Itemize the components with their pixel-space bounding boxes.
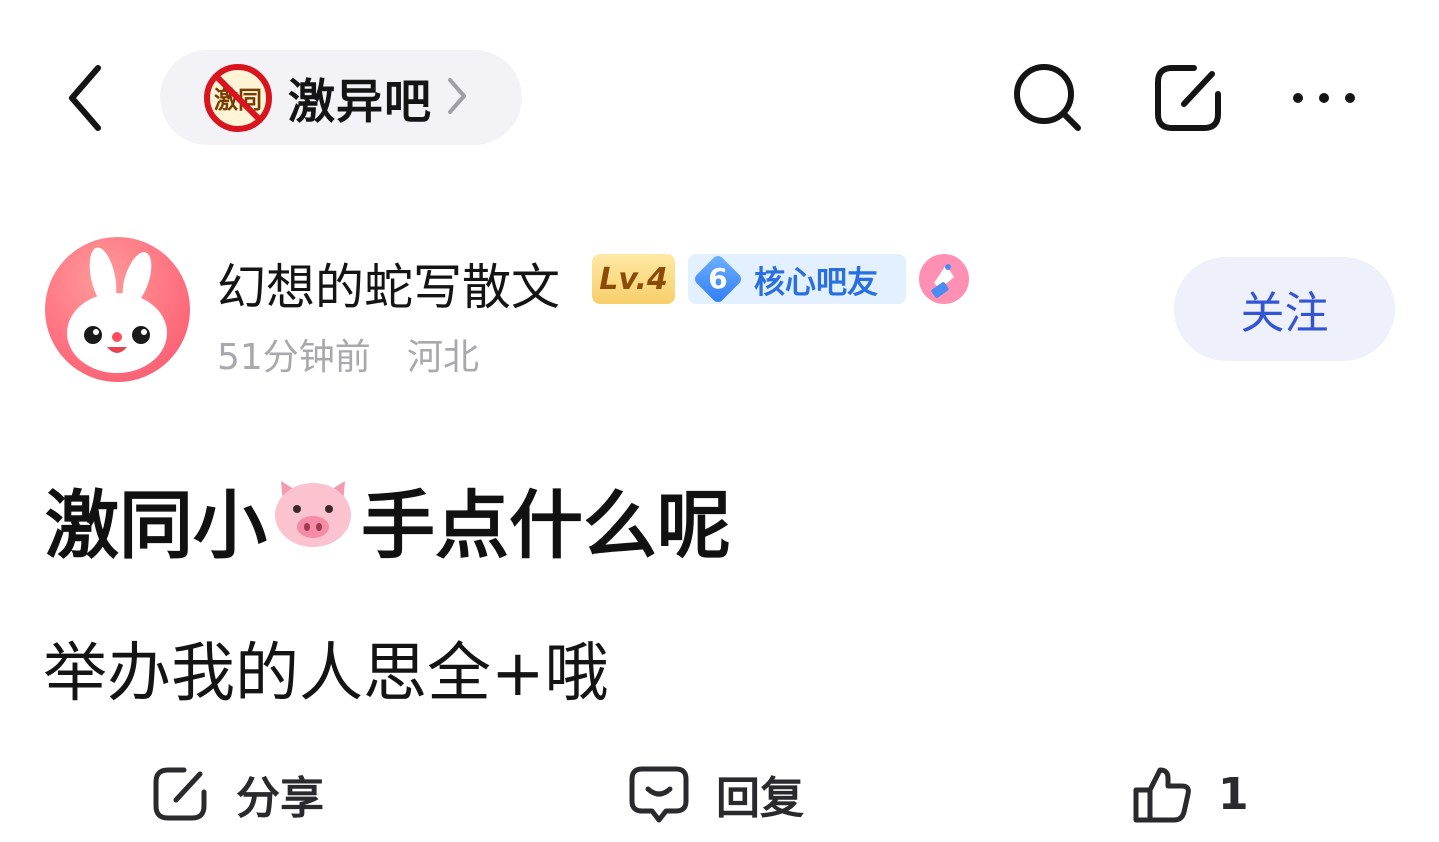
thumbs-up-icon bbox=[1133, 767, 1191, 823]
post-title: 激同小 手点什么呢 bbox=[45, 466, 731, 573]
brush-icon bbox=[919, 254, 969, 304]
post-title-part1: 激同小 bbox=[45, 483, 267, 569]
edit-icon bbox=[1155, 65, 1221, 131]
post-title-part2: 手点什么呢 bbox=[361, 483, 731, 569]
search-button[interactable] bbox=[1010, 60, 1086, 136]
fan-level-number: 6 bbox=[708, 262, 728, 295]
share-label: 分享 bbox=[236, 773, 324, 824]
chevron-right-icon bbox=[446, 76, 468, 120]
brush-badge[interactable] bbox=[918, 253, 970, 305]
post-location: 河北 bbox=[407, 337, 480, 378]
post-time: 51分钟前 bbox=[217, 337, 371, 378]
diamond-icon: 6 bbox=[692, 253, 744, 305]
bunny-avatar-icon bbox=[67, 247, 167, 373]
author-name[interactable]: 幻想的蛇写散文 bbox=[217, 248, 560, 319]
pig-face-icon bbox=[271, 473, 355, 567]
forum-logo: 激同 bbox=[202, 62, 274, 134]
reply-label: 回复 bbox=[716, 773, 804, 824]
post-body: 举办我的人思全+哦 bbox=[43, 637, 609, 711]
chevron-left-icon bbox=[69, 65, 101, 131]
like-button[interactable]: 1 bbox=[1130, 758, 1249, 830]
more-button[interactable] bbox=[1288, 60, 1364, 136]
follow-button[interactable]: 关注 bbox=[1174, 257, 1395, 361]
avatar[interactable] bbox=[45, 237, 190, 382]
share-button[interactable]: 分享 bbox=[150, 758, 324, 830]
search-icon bbox=[1014, 64, 1081, 131]
forum-name: 激异吧 bbox=[288, 75, 432, 130]
fan-title: 核心吧友 bbox=[754, 264, 878, 301]
edit-button[interactable] bbox=[1150, 60, 1226, 136]
like-count: 1 bbox=[1218, 768, 1249, 820]
back-button[interactable] bbox=[60, 62, 116, 134]
share-icon bbox=[153, 767, 207, 821]
fan-level-badge[interactable]: 6 核心吧友 bbox=[688, 253, 906, 305]
comment-icon bbox=[629, 766, 689, 823]
reply-button[interactable]: 回复 bbox=[628, 758, 804, 830]
more-icon bbox=[1293, 93, 1355, 103]
forum-entry[interactable]: 激同 激异吧 bbox=[160, 50, 522, 145]
level-badge: Lv.4 bbox=[592, 254, 675, 304]
